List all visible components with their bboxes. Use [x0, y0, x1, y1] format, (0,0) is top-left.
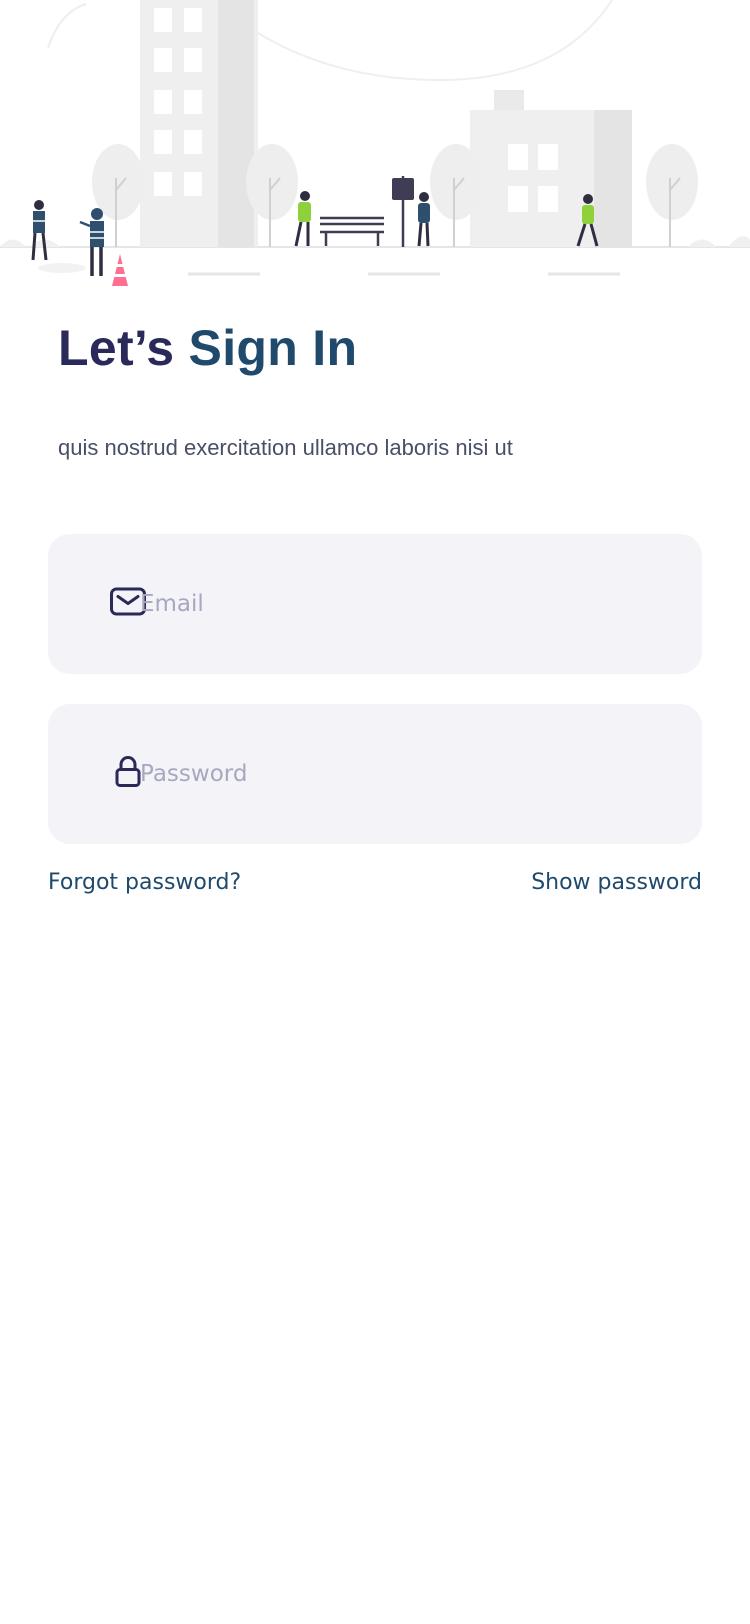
title-emphasis: Sign In	[188, 320, 358, 376]
page-title: Let’s Sign In	[58, 312, 357, 384]
page-subtitle: quis nostrud exercitation ullamco labori…	[58, 435, 513, 460]
password-input[interactable]	[140, 704, 680, 844]
forgot-password-link[interactable]: Forgot password?	[48, 868, 241, 898]
lock-icon	[114, 755, 142, 794]
hero-illustration	[0, 0, 750, 300]
password-field-container[interactable]	[48, 704, 702, 844]
show-password-link[interactable]: Show password	[531, 868, 702, 898]
email-field-container[interactable]	[48, 534, 702, 674]
email-input[interactable]	[140, 534, 680, 674]
title-prefix: Let’s	[58, 320, 189, 376]
